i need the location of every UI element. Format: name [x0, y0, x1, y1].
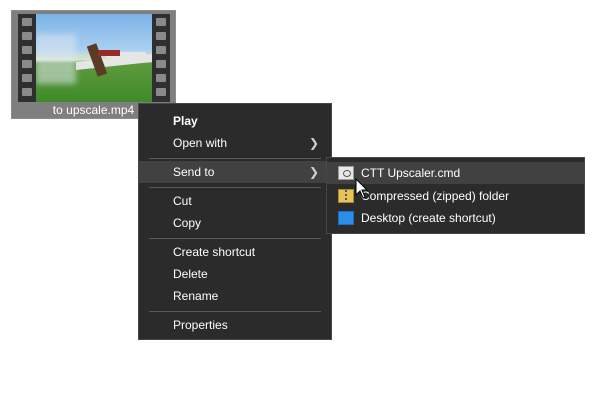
- menu-item-label: Play: [173, 114, 198, 128]
- menu-separator: [149, 187, 321, 188]
- cmd-file-icon: [338, 166, 354, 180]
- chevron-right-icon: ❯: [308, 165, 319, 179]
- menu-item-label: Delete: [173, 267, 208, 281]
- menu-separator: [149, 158, 321, 159]
- menu-item-label: Rename: [173, 289, 219, 303]
- menu-item-label: Copy: [173, 216, 202, 230]
- menu-item-label: Compressed (zipped) folder: [361, 189, 510, 203]
- chevron-right-icon: ❯: [308, 136, 319, 150]
- menu-item-rename[interactable]: Rename: [139, 285, 331, 307]
- menu-item-label: Properties: [173, 318, 228, 332]
- video-thumbnail-icon: [18, 14, 170, 102]
- menu-item-open-with[interactable]: Open with ❯: [139, 132, 331, 154]
- menu-item-label: CTT Upscaler.cmd: [361, 166, 461, 180]
- submenu-item-desktop-shortcut[interactable]: Desktop (create shortcut): [327, 207, 584, 229]
- menu-item-cut[interactable]: Cut: [139, 190, 331, 212]
- zip-folder-icon: [338, 189, 354, 203]
- context-menu: Play Open with ❯ Send to ❯ Cut Copy Crea…: [138, 103, 332, 340]
- menu-separator: [149, 238, 321, 239]
- menu-item-properties[interactable]: Properties: [139, 314, 331, 336]
- film-strip-left: [18, 14, 36, 102]
- menu-item-copy[interactable]: Copy: [139, 212, 331, 234]
- menu-item-label: Create shortcut: [173, 245, 256, 259]
- mouse-pointer-icon: [355, 178, 369, 199]
- menu-item-send-to[interactable]: Send to ❯: [139, 161, 331, 183]
- menu-item-label: Send to: [173, 165, 215, 179]
- menu-item-play[interactable]: Play: [139, 110, 331, 132]
- menu-item-label: Open with: [173, 136, 228, 150]
- menu-separator: [149, 311, 321, 312]
- film-strip-right: [152, 14, 170, 102]
- menu-item-create-shortcut[interactable]: Create shortcut: [139, 241, 331, 263]
- menu-item-label: Desktop (create shortcut): [361, 211, 496, 225]
- video-frame-preview: [36, 14, 152, 102]
- menu-item-label: Cut: [173, 194, 192, 208]
- desktop-icon: [338, 211, 354, 225]
- menu-item-delete[interactable]: Delete: [139, 263, 331, 285]
